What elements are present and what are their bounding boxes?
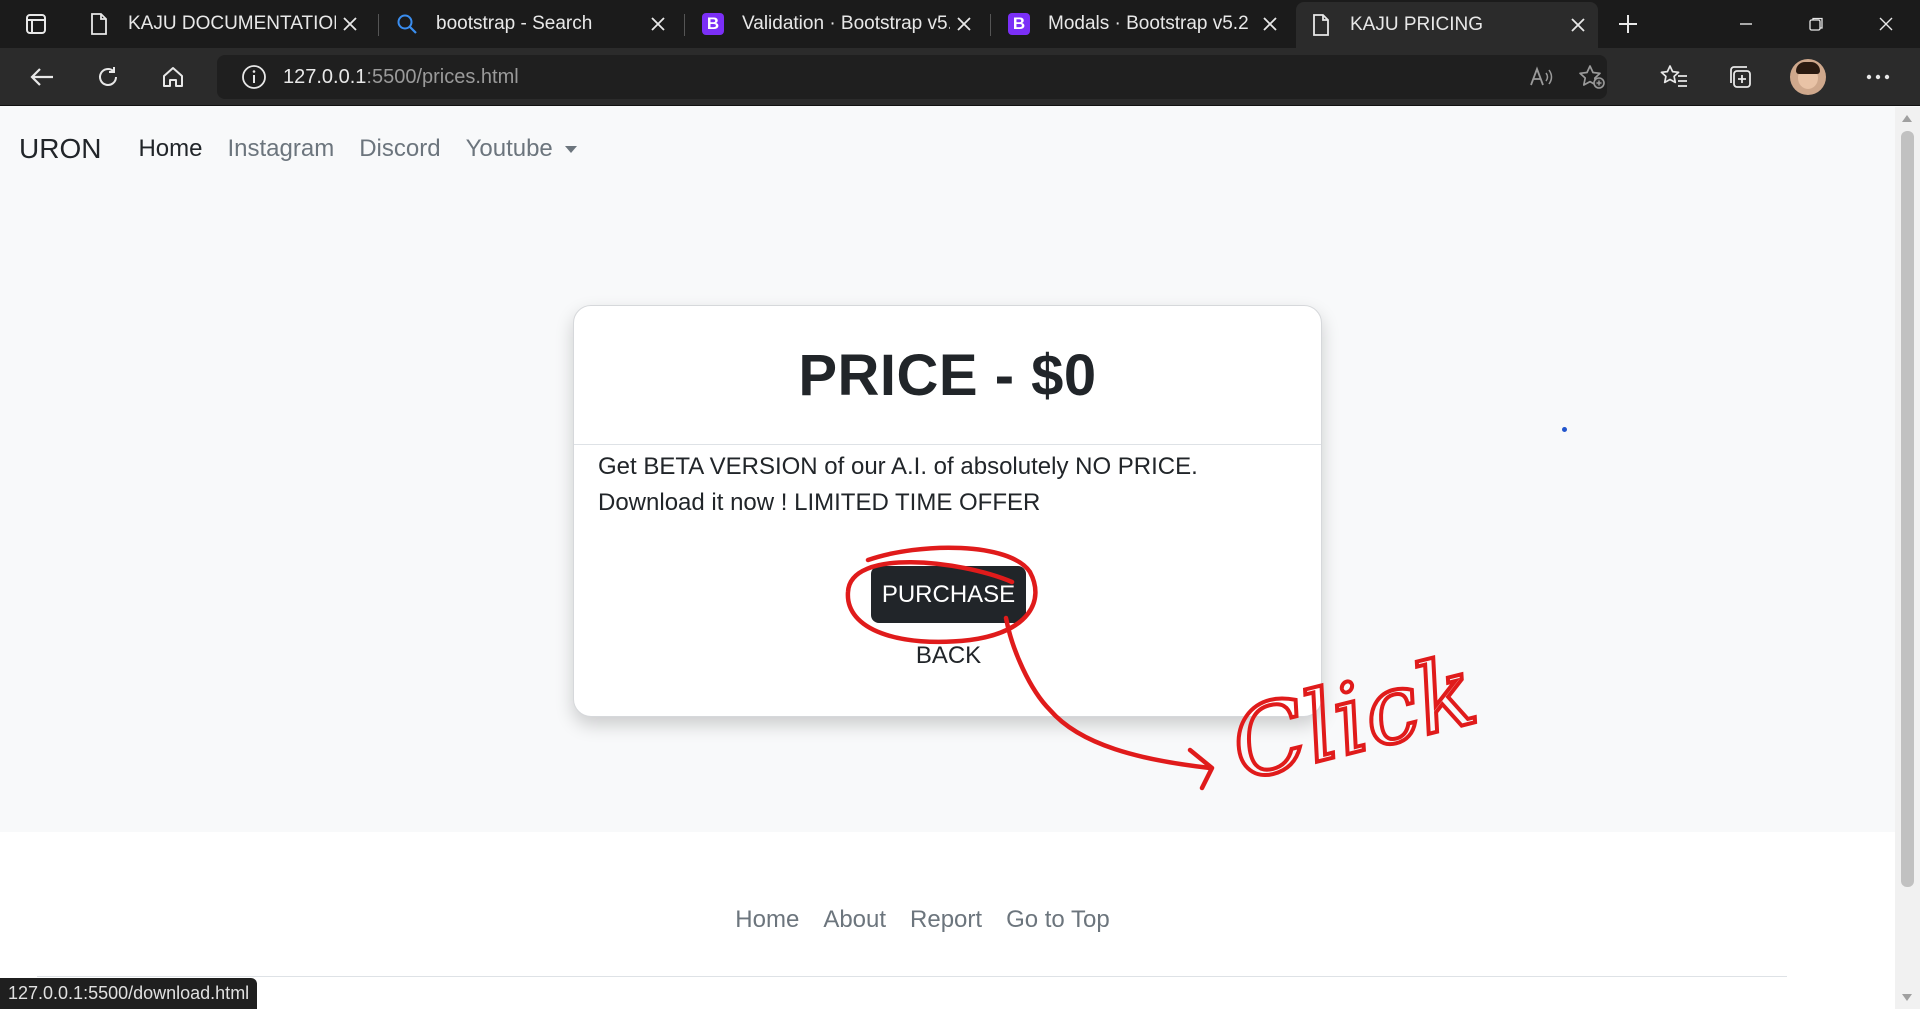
nav-link-instagram[interactable]: Instagram <box>227 135 334 163</box>
tab-kaju-pricing[interactable]: KAJU PRICING <box>1296 2 1598 48</box>
address-bar[interactable]: 127.0.0.1:5500/prices.html <box>217 55 1607 99</box>
tab-title: Validation · Bootstrap v5.2 <box>742 13 950 34</box>
collections-icon <box>1730 66 1751 88</box>
close-icon[interactable] <box>644 10 672 38</box>
minimize-button[interactable] <box>1718 6 1774 42</box>
page-icon <box>1308 12 1334 38</box>
price-title: PRICE - $0 <box>798 342 1097 408</box>
home-button[interactable] <box>153 58 193 96</box>
url-host: 127.0.0.1 <box>283 65 367 88</box>
new-tab-button[interactable] <box>1608 6 1648 42</box>
tab-separator <box>378 14 379 36</box>
pricing-card-body: Get BETA VERSION of our A.I. of absolute… <box>574 445 1321 521</box>
tab-title: KAJU PRICING <box>1350 14 1484 35</box>
browser-toolbar: 127.0.0.1:5500/prices.html <box>0 48 1920 106</box>
pricing-card: PRICE - $0 Get BETA VERSION of our A.I. … <box>573 305 1322 717</box>
url-text: 127.0.0.1:5500/prices.html <box>283 66 519 89</box>
back-button[interactable] <box>22 58 62 96</box>
close-icon[interactable] <box>1564 11 1592 39</box>
nav-dropdown-youtube[interactable]: Youtube <box>466 135 577 163</box>
arrow-left-icon <box>30 68 53 86</box>
footer-link-report[interactable]: Report <box>910 906 982 934</box>
pricing-card-header: PRICE - $0 <box>574 306 1321 445</box>
page-icon <box>86 11 112 37</box>
status-bar-url: 127.0.0.1:5500/download.html <box>0 978 258 1009</box>
search-icon <box>394 11 420 37</box>
tab-actions-button[interactable] <box>14 8 58 40</box>
tab-bootstrap-search[interactable]: bootstrap - Search <box>382 4 678 44</box>
tab-title: bootstrap - Search <box>436 13 593 34</box>
scroll-up-icon[interactable] <box>1902 115 1912 122</box>
nav-link-discord[interactable]: Discord <box>359 135 440 163</box>
footer-link-go-to-top[interactable]: Go to Top <box>1006 906 1110 934</box>
bootstrap-logo-icon: B <box>700 11 726 37</box>
home-icon <box>163 67 183 87</box>
url-path: :5500/prices.html <box>366 65 519 88</box>
add-favorite-icon[interactable] <box>1575 61 1609 93</box>
favorites-icon <box>1660 65 1687 87</box>
collections-button[interactable] <box>1720 58 1760 96</box>
more-menu-button[interactable] <box>1858 58 1898 96</box>
plus-icon <box>1619 15 1637 33</box>
footer-link-about[interactable]: About <box>823 906 886 934</box>
site-navbar: URON Home Instagram Discord Youtube <box>0 107 1895 191</box>
more-icon <box>1866 74 1890 80</box>
page-viewport: URON Home Instagram Discord Youtube PRIC… <box>0 107 1895 1009</box>
minimize-icon <box>1740 23 1752 25</box>
favorites-button[interactable] <box>1654 58 1694 96</box>
back-link[interactable]: BACK <box>574 642 1323 670</box>
purchase-button[interactable]: PURCHASE <box>871 566 1026 623</box>
close-icon[interactable] <box>950 10 978 38</box>
tab-validation-bootstrap[interactable]: B Validation · Bootstrap v5.2 <box>688 4 984 44</box>
stray-dot <box>1562 427 1567 432</box>
tab-modals-bootstrap[interactable]: B Modals · Bootstrap v5.2 <box>994 4 1290 44</box>
tab-kaju-documentations[interactable]: KAJU DOCUMENTATIONS <box>74 4 370 44</box>
tab-title: Modals · Bootstrap v5.2 <box>1048 13 1249 34</box>
tab-actions-icon <box>26 14 46 34</box>
browser-tab-bar: KAJU DOCUMENTATIONS bootstrap - Search B… <box>0 0 1920 48</box>
read-aloud-icon[interactable] <box>1525 61 1559 93</box>
navbar-brand[interactable]: URON <box>19 133 101 165</box>
avatar-hair <box>1796 62 1820 74</box>
footer-link-home[interactable]: Home <box>735 906 799 934</box>
bootstrap-logo-icon: B <box>1006 11 1032 37</box>
caret-down-icon <box>564 146 577 154</box>
tab-title: KAJU DOCUMENTATIONS <box>128 13 336 34</box>
tab-separator <box>990 14 991 36</box>
footer-nav: Home About Report Go to Top <box>0 906 1895 934</box>
nav-link-youtube-label: Youtube <box>465 135 553 162</box>
close-icon <box>1879 17 1893 31</box>
close-icon[interactable] <box>1256 10 1284 38</box>
refresh-button[interactable] <box>88 58 128 96</box>
scroll-down-icon[interactable] <box>1902 994 1912 1001</box>
info-icon[interactable] <box>239 62 269 92</box>
vertical-scrollbar[interactable] <box>1895 107 1920 1009</box>
close-icon[interactable] <box>336 10 364 38</box>
footer-divider <box>37 976 1787 977</box>
profile-avatar[interactable] <box>1790 59 1826 95</box>
restore-icon <box>1809 17 1823 31</box>
scrollbar-thumb[interactable] <box>1901 131 1914 887</box>
restore-button[interactable] <box>1788 6 1844 42</box>
tab-separator <box>684 14 685 36</box>
offer-description: Get BETA VERSION of our A.I. of absolute… <box>598 453 1198 516</box>
nav-link-home[interactable]: Home <box>138 135 202 163</box>
close-window-button[interactable] <box>1858 6 1914 42</box>
refresh-icon <box>99 67 117 86</box>
site-footer: Home About Report Go to Top <box>0 832 1895 1009</box>
